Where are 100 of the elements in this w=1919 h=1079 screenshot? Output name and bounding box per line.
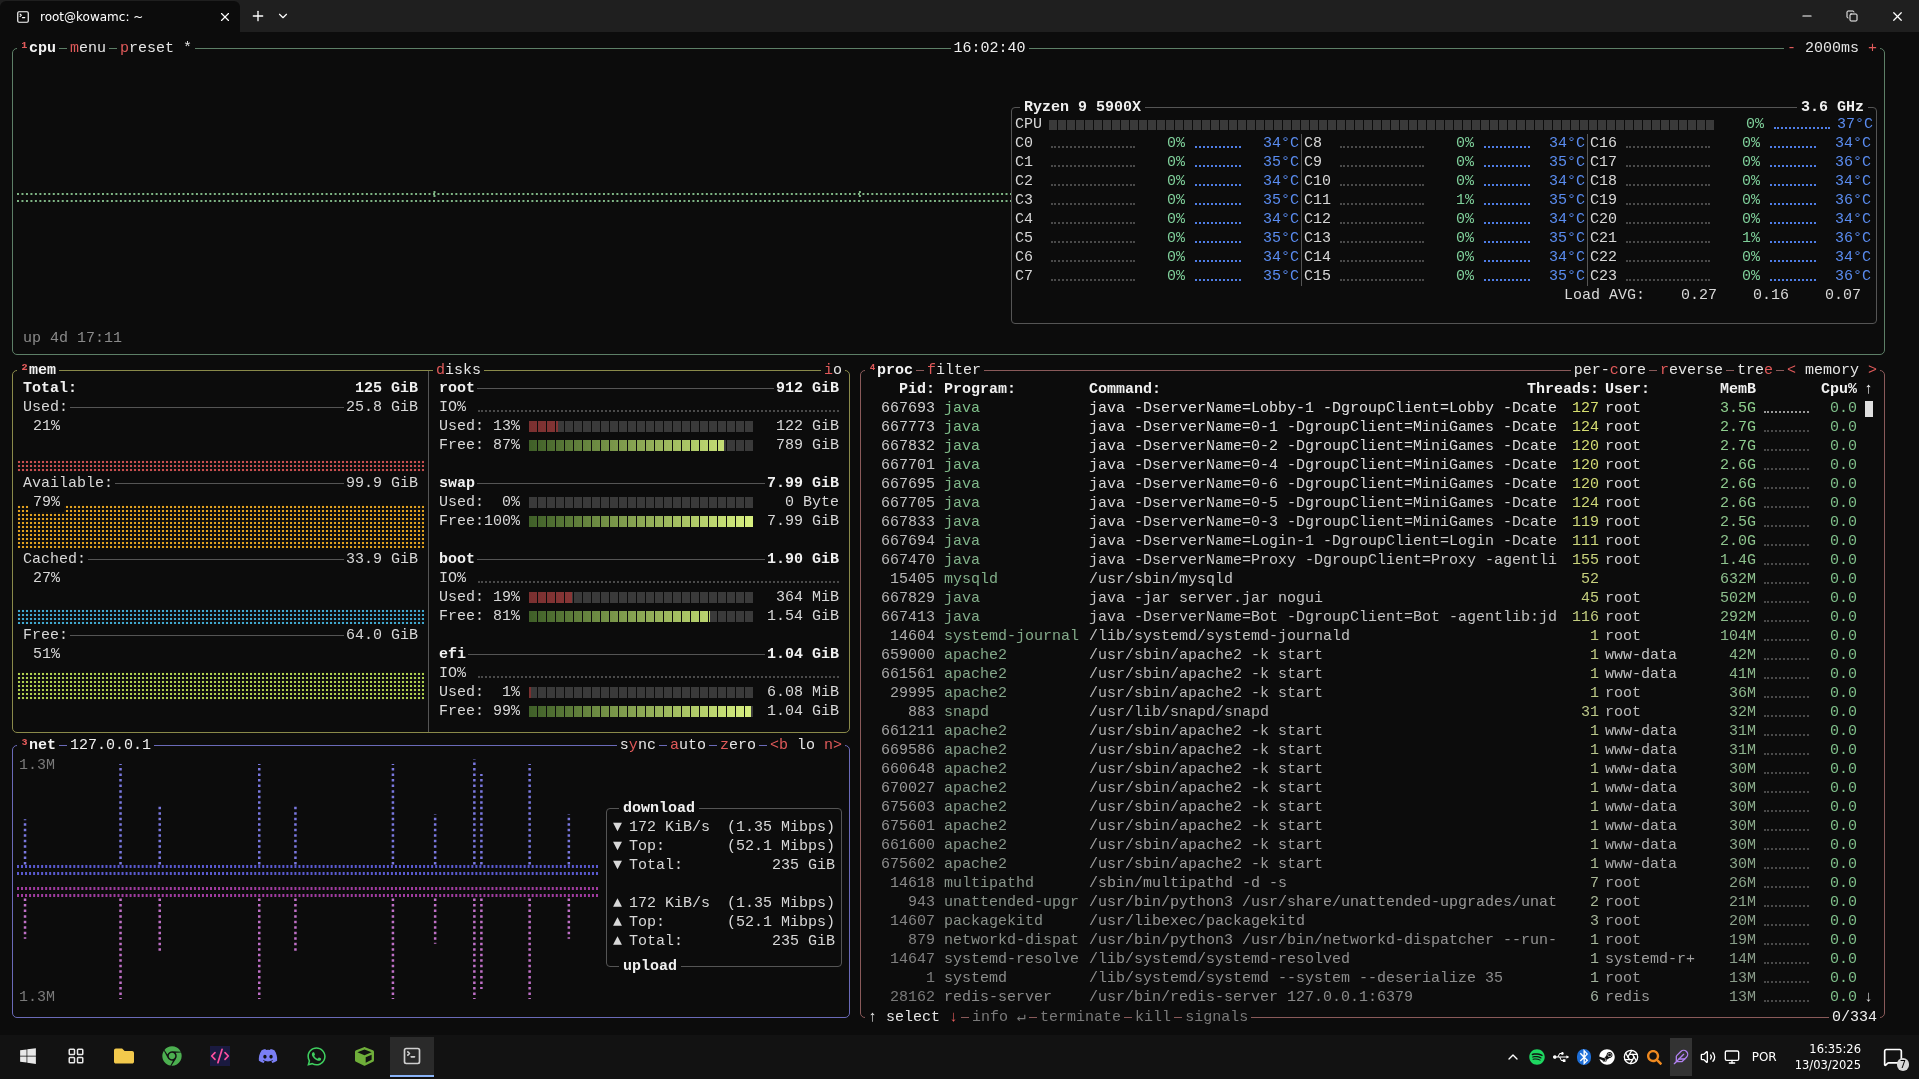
rate-label: Top: <box>629 838 665 855</box>
pid-cell: 1 <box>926 970 935 987</box>
feather-icon[interactable] <box>1669 1038 1692 1076</box>
cpu-cell: 0.0 <box>1830 666 1857 683</box>
program-cell: apache2 <box>944 666 1007 683</box>
threads-cell: 1 <box>1590 723 1599 740</box>
cpu-cell: 0.0 <box>1830 533 1857 550</box>
command-cell: /usr/sbin/apache2 -k start <box>1089 685 1324 702</box>
percent-text: 0% <box>1742 154 1760 171</box>
command-cell: java -DserverName=0-6 -DgroupClient=MiniGames -Dcate <box>1089 476 1558 493</box>
program-cell: java <box>944 400 980 417</box>
program-cell: multipathd <box>944 875 1034 892</box>
program-cell: java <box>944 438 980 455</box>
search-icon[interactable] <box>1646 1049 1662 1065</box>
threads-cell: 1 <box>1590 951 1599 968</box>
threads-cell: 31 <box>1581 704 1599 721</box>
load-value: 0.16 <box>1752 286 1789 305</box>
program-cell: apache2 <box>944 761 1007 778</box>
program-cell: mysqld <box>944 571 998 588</box>
restore-icon[interactable] <box>1846 10 1858 22</box>
threads-cell: 1 <box>1590 685 1599 702</box>
temperature-graph <box>1484 202 1530 205</box>
program-cell: apache2 <box>944 685 1007 702</box>
core-label: C17 <box>1590 154 1617 171</box>
new-tab-icon[interactable] <box>250 8 266 24</box>
temperature-text: 34°C <box>1835 211 1871 228</box>
clock-time[interactable]: 16:35:26 <box>1809 1041 1861 1057</box>
memory-graph <box>1764 543 1809 546</box>
volume-icon[interactable] <box>1699 1049 1716 1065</box>
clock-date[interactable]: 13/03/2025 <box>1794 1057 1861 1073</box>
disk-label: Used: <box>439 589 484 606</box>
threads-cell: 2 <box>1590 894 1599 911</box>
user-cell: www-data <box>1605 799 1677 816</box>
memory-graph <box>1764 562 1809 565</box>
close-icon[interactable] <box>218 10 232 24</box>
temperature-graph <box>1195 183 1241 186</box>
temperature-graph <box>1195 145 1241 148</box>
memory-graph <box>1764 410 1809 413</box>
program-cell: java <box>944 533 980 550</box>
pid-cell: 14647 <box>890 951 935 968</box>
temperature-text: 36°C <box>1835 154 1871 171</box>
scrollbar-thumb[interactable] <box>1865 400 1873 417</box>
bluetooth-icon[interactable] <box>1576 1049 1591 1065</box>
total-label: Total: <box>23 379 77 398</box>
memory-cell: 36M <box>1729 685 1756 702</box>
core-label: C20 <box>1590 211 1617 228</box>
percent-text: 0% <box>1456 173 1474 190</box>
load-value: 0.27 <box>1680 286 1717 305</box>
percent-text: 0% <box>1167 230 1185 247</box>
temperature-text: 34°C <box>1263 135 1299 152</box>
taskbar-button[interactable] <box>390 1037 434 1077</box>
threads-cell: 3 <box>1590 913 1599 930</box>
core-label: C23 <box>1590 268 1617 285</box>
pid-cell: 879 <box>908 932 935 949</box>
disk-label: Free: <box>439 437 484 454</box>
game-launcher-icon[interactable] <box>1598 1049 1615 1065</box>
percent-text: 0% <box>1742 173 1760 190</box>
program-cell: systemd <box>944 970 1007 987</box>
music-app-icon[interactable] <box>1528 1049 1545 1065</box>
percent-text: 0% <box>1742 211 1760 228</box>
core-label: C2 <box>1015 173 1033 190</box>
terminal-icon <box>16 10 30 24</box>
temperature-text: 34°C <box>1263 173 1299 190</box>
program-cell: java <box>944 609 980 626</box>
memory-graph <box>1764 733 1809 736</box>
memory-cell: 2.6G <box>1720 457 1756 474</box>
pid-cell: 943 <box>908 894 935 911</box>
user-cell: redis <box>1605 989 1650 1006</box>
threads-cell: 120 <box>1572 457 1599 474</box>
cpu-cell: 0.0 <box>1830 799 1857 816</box>
language-indicator[interactable]: POR <box>1747 1047 1781 1067</box>
header-option[interactable]: preset * <box>117 39 196 58</box>
pid-cell: 675601 <box>881 818 935 835</box>
network-icon[interactable] <box>1723 1049 1740 1065</box>
threads-cell: 45 <box>1581 590 1599 607</box>
memory-cell: 13M <box>1729 989 1756 1006</box>
temperature-text: 36°C <box>1835 268 1871 285</box>
arrow-symbol: ▼ <box>613 856 623 875</box>
command-cell: java -DserverName=0-3 -DgroupClient=MiniGames -Dcate <box>1089 514 1558 531</box>
threads-cell: 124 <box>1572 419 1599 436</box>
cpu-cell: 0.0 <box>1830 818 1857 835</box>
rate-label: 172 KiB/s <box>629 819 710 836</box>
io-label: IO% <box>439 398 466 417</box>
command-cell: /usr/sbin/apache2 -k start <box>1089 799 1324 816</box>
total-value: 125 GiB <box>355 379 418 398</box>
command-cell: /usr/bin/python3 /usr/share/unattended-upgrades/unat <box>1089 894 1558 911</box>
aperture-icon[interactable] <box>1622 1049 1639 1065</box>
percent-text: 100% <box>484 513 520 530</box>
terminal-tab[interactable]: root@kowamc: ~ <box>0 1 240 33</box>
io-label: IO% <box>439 569 466 588</box>
command-cell: /lib/systemd/systemd --system --deserialize 35 <box>1089 970 1504 987</box>
chat-icon <box>258 1046 278 1066</box>
memory-cell: 19M <box>1729 932 1756 949</box>
pid-cell: 661211 <box>881 723 935 740</box>
cpu-cell: 0.0 <box>1830 742 1857 759</box>
pid-cell: 661561 <box>881 666 935 683</box>
disk-value: 789 GiB <box>776 437 839 454</box>
pid-cell: 667694 <box>881 533 935 550</box>
usb-icon[interactable] <box>1552 1049 1569 1065</box>
column-header: Pid: <box>899 381 935 398</box>
